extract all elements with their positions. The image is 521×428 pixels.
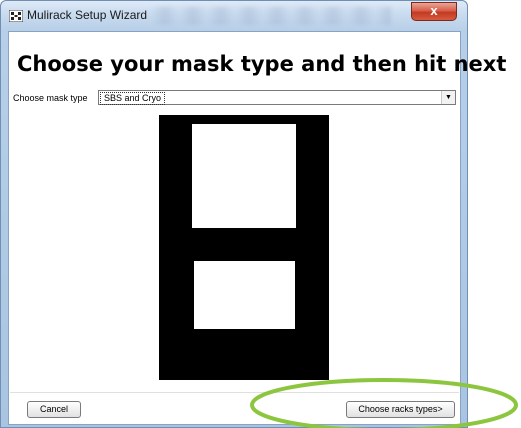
button-bar: Cancel Choose racks types> (10, 392, 459, 423)
close-button[interactable]: x (411, 2, 457, 21)
screen: Mulirack Setup Wizard x Choose your mask… (0, 0, 521, 428)
close-icon: x (430, 3, 438, 18)
wizard-grid-icon (9, 10, 23, 22)
wizard-content: Choose your mask type and then hit next … (8, 31, 506, 425)
window-title: Mulirack Setup Wizard (27, 8, 148, 22)
mask-opening-top (192, 124, 296, 228)
cancel-button[interactable]: Cancel (27, 401, 81, 418)
wizard-window: Mulirack Setup Wizard x Choose your mask… (0, 0, 506, 428)
title-bar[interactable]: Mulirack Setup Wizard x (1, 1, 467, 31)
mask-type-selected-value: SBS and Cryo (100, 92, 166, 105)
mask-opening-bottom (194, 261, 295, 329)
mask-type-dropdown[interactable]: SBS and Cryo ▼ (98, 90, 456, 105)
mask-preview-image (159, 115, 329, 380)
chevron-down-icon[interactable]: ▼ (441, 91, 455, 104)
mask-type-label: Choose mask type (13, 93, 88, 103)
title-bar-decoration (151, 7, 391, 25)
page-title: Choose your mask type and then hit next (17, 52, 507, 76)
choose-racks-types-button[interactable]: Choose racks types> (346, 401, 455, 418)
